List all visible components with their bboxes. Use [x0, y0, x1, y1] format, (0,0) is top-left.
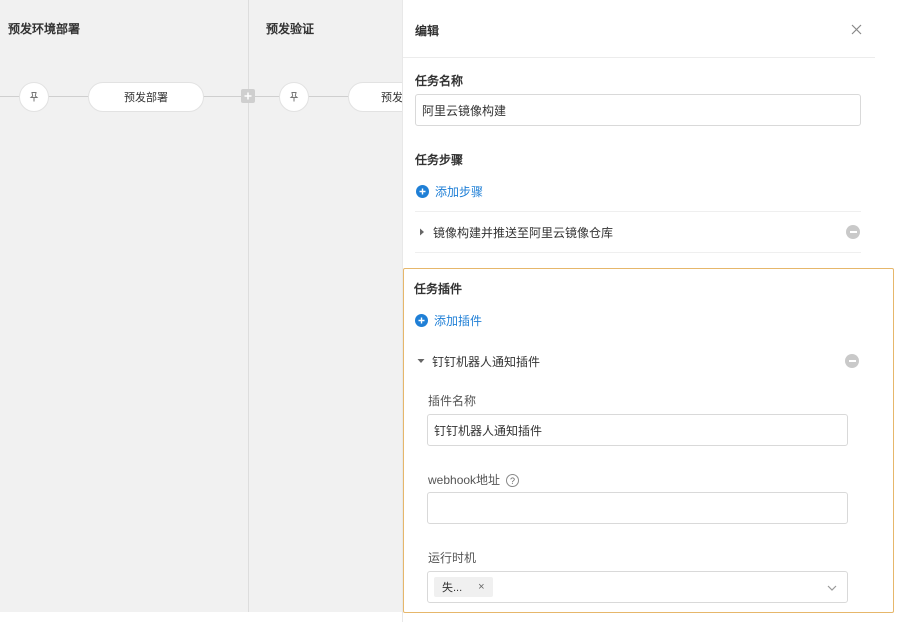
remove-plugin-button[interactable]: [845, 354, 859, 368]
plugin-label: 钉钉机器人通知插件: [432, 354, 541, 369]
stage-title: 预发环境部署: [8, 22, 81, 36]
minus-icon: [849, 231, 857, 233]
step-label: 镜像构建并推送至阿里云镜像仓库: [433, 225, 614, 240]
add-square-icon[interactable]: [241, 89, 255, 103]
close-icon: [851, 24, 861, 34]
minus-icon: [848, 360, 856, 362]
stage-column-1: 预发环境部署 预发部署: [0, 0, 248, 612]
run-timing-select[interactable]: 失... ×: [427, 571, 848, 603]
step-row[interactable]: 镜像构建并推送至阿里云镜像仓库: [417, 212, 857, 252]
add-plugin-label: 添加插件: [434, 314, 483, 328]
close-button[interactable]: [847, 20, 865, 38]
job-node[interactable]: 预发部署: [88, 82, 204, 112]
pipeline-canvas: 预发环境部署 预发部署 预发验证 预发验证: [0, 0, 402, 612]
help-icon[interactable]: ?: [506, 474, 520, 488]
caret-right-icon: [417, 227, 427, 237]
pin-icon: [289, 92, 299, 102]
webhook-input[interactable]: [427, 492, 848, 524]
tag-label: 失...: [442, 582, 463, 594]
webhook-label-text: webhook地址: [428, 473, 501, 487]
plugin-row[interactable]: 钉钉机器人通知插件: [416, 341, 856, 381]
panel-title: 编辑: [415, 24, 440, 38]
task-plugins-label: 任务插件: [414, 282, 463, 296]
plugin-name-input[interactable]: [427, 414, 848, 446]
stage-title: 预发验证: [266, 22, 315, 36]
add-step-button[interactable]: 添加步骤: [416, 183, 483, 200]
webhook-label: webhook地址?: [428, 471, 520, 488]
stage-node-circle[interactable]: [19, 82, 49, 112]
task-name-label: 任务名称: [415, 74, 464, 88]
task-steps-label: 任务步骤: [415, 153, 464, 167]
remove-step-button[interactable]: [846, 225, 860, 239]
pin-icon: [29, 92, 39, 102]
add-plugin-button[interactable]: 添加插件: [415, 312, 482, 329]
plus-circle-icon: [416, 185, 429, 198]
plus-circle-icon: [415, 314, 428, 327]
chevron-down-icon: [827, 585, 837, 591]
selected-tag: 失... ×: [434, 577, 493, 597]
panel-header: 编辑: [403, 0, 875, 58]
add-step-label: 添加步骤: [435, 185, 484, 199]
stage-column-2: 预发验证 预发验证: [249, 0, 402, 612]
tag-close-icon[interactable]: ×: [478, 581, 484, 593]
job-node[interactable]: 预发验证: [348, 82, 402, 112]
divider: [415, 252, 861, 253]
run-timing-label: 运行时机: [428, 551, 477, 565]
plugin-name-label: 插件名称: [428, 394, 477, 408]
caret-down-icon: [416, 356, 426, 366]
task-name-input[interactable]: [415, 94, 861, 126]
stage-node-circle[interactable]: [279, 82, 309, 112]
